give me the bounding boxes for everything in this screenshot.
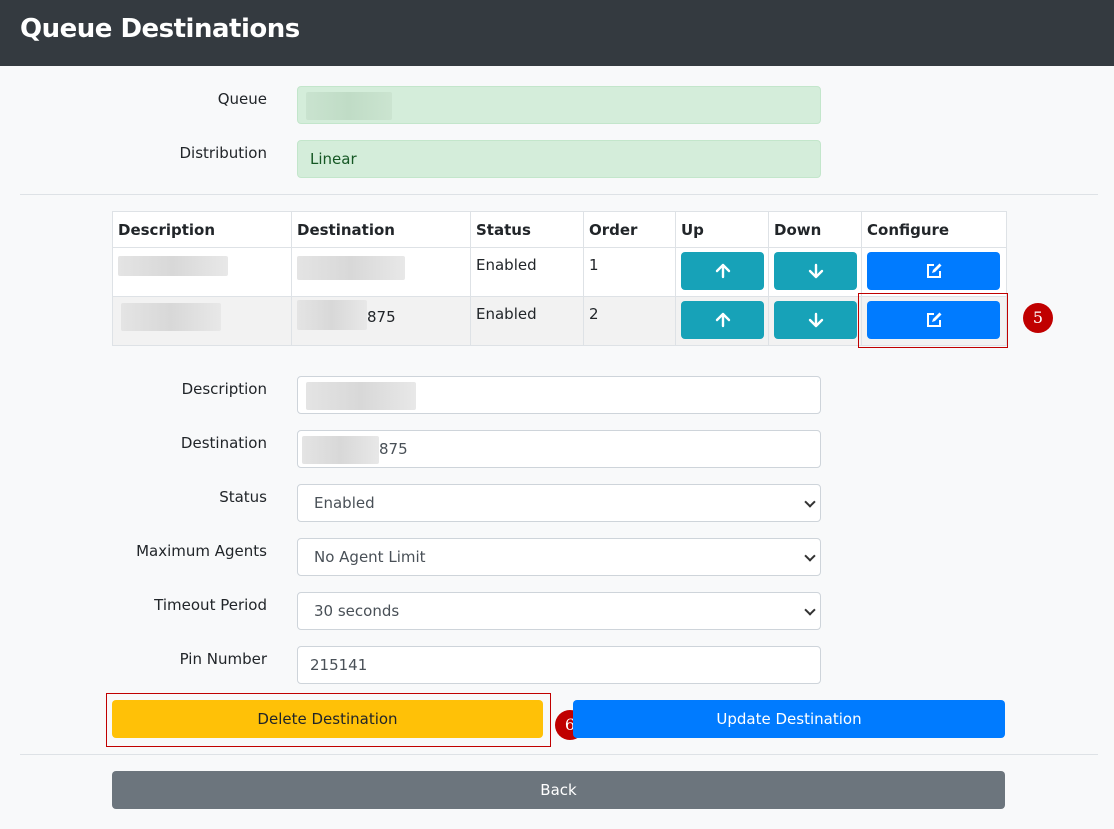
redacted-description bbox=[118, 256, 228, 276]
move-down-button[interactable] bbox=[774, 301, 857, 339]
cell-description bbox=[112, 296, 292, 346]
description-label: Description bbox=[181, 380, 267, 398]
redacted-destination bbox=[297, 256, 405, 280]
cell-destination: 875 bbox=[291, 296, 471, 346]
status-label: Status bbox=[219, 488, 267, 506]
col-status: Status bbox=[470, 211, 584, 248]
destination-input[interactable]: 875 bbox=[297, 430, 821, 468]
step-marker-5: 5 bbox=[1023, 303, 1053, 333]
col-down: Down bbox=[768, 211, 862, 248]
col-order: Order bbox=[583, 211, 676, 248]
arrow-down-icon bbox=[808, 312, 823, 328]
redacted-description bbox=[121, 303, 221, 331]
delete-destination-button[interactable]: Delete Destination bbox=[112, 700, 543, 738]
back-button[interactable]: Back bbox=[112, 771, 1005, 809]
page-title: Queue Destinations bbox=[20, 14, 300, 44]
col-destination: Destination bbox=[291, 211, 471, 248]
table-row: Enabled 1 bbox=[112, 247, 1007, 297]
pin-label: Pin Number bbox=[179, 650, 267, 668]
table-header-row: Description Destination Status Order Up … bbox=[112, 211, 1007, 248]
move-up-button[interactable] bbox=[681, 301, 764, 339]
status-select[interactable]: Enabled bbox=[297, 484, 821, 522]
edit-icon bbox=[926, 263, 941, 278]
page-header: Queue Destinations bbox=[0, 0, 1114, 66]
configure-button[interactable] bbox=[867, 252, 1000, 290]
cell-description bbox=[112, 247, 292, 297]
move-up-button[interactable] bbox=[681, 252, 764, 290]
cell-order: 2 bbox=[583, 296, 676, 346]
queue-field bbox=[297, 86, 821, 124]
redacted-destination bbox=[302, 435, 379, 464]
col-configure: Configure bbox=[861, 211, 1007, 248]
col-description: Description bbox=[112, 211, 292, 248]
max-agents-select[interactable]: No Agent Limit bbox=[297, 538, 821, 576]
cell-order: 1 bbox=[583, 247, 676, 297]
queue-label: Queue bbox=[217, 90, 267, 108]
timeout-select[interactable]: 30 seconds bbox=[297, 592, 821, 630]
redacted-destination bbox=[297, 300, 367, 330]
move-down-button[interactable] bbox=[774, 252, 857, 290]
configure-callout-box bbox=[858, 293, 1008, 348]
timeout-label: Timeout Period bbox=[154, 596, 267, 614]
divider bbox=[20, 194, 1098, 195]
distribution-field: Linear bbox=[297, 140, 821, 178]
cell-destination bbox=[291, 247, 471, 297]
description-input[interactable] bbox=[297, 376, 821, 414]
col-up: Up bbox=[675, 211, 769, 248]
cell-status: Enabled bbox=[470, 247, 584, 297]
cell-status: Enabled bbox=[470, 296, 584, 346]
redacted-description bbox=[306, 381, 416, 410]
arrow-down-icon bbox=[808, 263, 823, 279]
destination-label: Destination bbox=[180, 434, 267, 452]
update-destination-button[interactable]: Update Destination bbox=[573, 700, 1005, 738]
pin-input[interactable]: 215141 bbox=[297, 646, 821, 684]
distribution-label: Distribution bbox=[179, 144, 267, 162]
arrow-up-icon bbox=[715, 263, 730, 279]
divider bbox=[20, 754, 1098, 755]
max-agents-label: Maximum Agents bbox=[136, 542, 267, 560]
redacted-queue-name bbox=[306, 91, 392, 120]
arrow-up-icon bbox=[715, 312, 730, 328]
